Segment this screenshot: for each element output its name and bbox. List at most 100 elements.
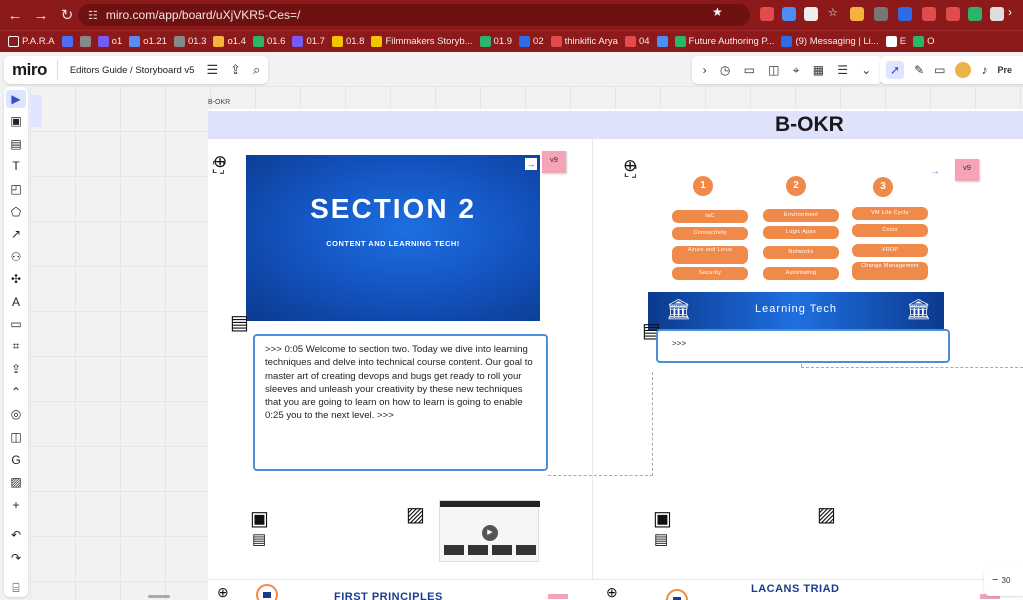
okr-tag[interactable]: Logic Apps — [763, 226, 839, 239]
embed-tool-icon[interactable]: ◫ — [6, 428, 26, 446]
search-icon[interactable]: ⌕ — [253, 62, 260, 78]
bookmark[interactable]: 01.6 — [252, 36, 285, 47]
pen-tool-icon[interactable]: A — [6, 293, 26, 311]
graduation-badge-icon[interactable] — [256, 584, 278, 600]
video-icon[interactable]: ▭ — [744, 63, 755, 77]
bookmark[interactable]: E — [885, 36, 906, 47]
bookmark[interactable]: thinkific Arya — [550, 36, 618, 47]
open-link-icon[interactable]: → — [930, 166, 940, 177]
step-number[interactable]: 1 — [693, 176, 713, 196]
palette-tool-icon[interactable]: ◎ — [6, 406, 26, 424]
okr-tag[interactable]: Change Management — [852, 262, 928, 280]
chart-file-icon[interactable]: ▤ — [654, 530, 668, 548]
video-thumbnail[interactable]: ▶ — [439, 500, 540, 562]
bookmark[interactable]: o1.21 — [129, 36, 167, 47]
add-image-icon[interactable]: ⊕ — [217, 584, 229, 600]
okr-tag[interactable]: Environment — [763, 209, 839, 222]
bookmark[interactable]: o1 — [97, 36, 122, 47]
zoom-control[interactable]: − 30 — [984, 568, 1023, 596]
open-link-icon[interactable]: → — [525, 158, 537, 170]
extension-icon-10[interactable] — [968, 7, 982, 21]
section-slide[interactable]: SECTION 2 CONTENT AND LEARNING TECH! → — [246, 155, 540, 321]
reactions-icon[interactable]: ✎ — [914, 63, 924, 77]
google-tool-icon[interactable]: G — [6, 451, 26, 469]
forward-icon[interactable]: → — [30, 4, 52, 26]
extension-icon-4[interactable]: ☆ — [828, 6, 842, 20]
image-icon[interactable]: ⛶ — [625, 164, 636, 182]
okr-tag[interactable]: Connectivity — [672, 227, 748, 240]
script-icon[interactable]: ▤ — [230, 310, 249, 335]
audio-settings-icon[interactable]: ▨ — [406, 502, 425, 527]
notes-icon[interactable]: ▦ — [813, 63, 824, 77]
section-title[interactable]: FIRST PRINCIPLES — [334, 591, 443, 600]
bookmark[interactable]: 01.3 — [173, 36, 206, 47]
bookmark[interactable]: o1.4 — [213, 36, 246, 47]
notifications-icon[interactable]: ♪ — [981, 63, 987, 77]
bookmark[interactable] — [656, 36, 668, 47]
back-icon[interactable]: ← — [4, 4, 26, 26]
frame-label[interactable]: B-OKR — [208, 99, 230, 106]
okr-tag[interactable]: Networks — [763, 246, 839, 259]
okr-tag[interactable]: Azure and Linux — [672, 246, 748, 264]
extension-icon-8[interactable] — [922, 7, 936, 21]
text-tool-icon[interactable]: T — [6, 158, 26, 176]
version-sticky[interactable]: v9 — [542, 151, 566, 173]
video-file-icon[interactable]: ▣ — [250, 506, 269, 531]
bookmark-folder[interactable]: P.A.R.A — [8, 36, 55, 47]
board-canvas[interactable]: B-OKR B-OKR ⊕ ⛶ SECTION 2 CONTENT AND LE… — [30, 86, 1023, 600]
undo-tool-icon[interactable]: ↶ — [6, 526, 26, 544]
address-bar[interactable]: ☷ miro.com/app/board/uXjVKR5-Ces=/ — [78, 4, 750, 26]
diagram-tool-icon[interactable]: ✣ — [6, 270, 26, 288]
comment-tool-icon[interactable]: ▭ — [6, 315, 26, 333]
select-tool-icon[interactable]: ▶ — [6, 90, 26, 108]
step-number[interactable]: 3 — [873, 177, 893, 197]
extension-icon-1[interactable] — [760, 7, 774, 21]
list-icon[interactable]: ☰ — [837, 63, 848, 77]
bookmark[interactable]: 01.8 — [331, 36, 364, 47]
bookmark[interactable]: Filmmakers Storyb... — [371, 36, 473, 47]
version-sticky[interactable]: v9 — [955, 159, 979, 181]
timer-icon[interactable]: ◷ — [720, 63, 730, 77]
comments-icon[interactable]: ▭ — [934, 63, 945, 77]
extension-icon-2[interactable] — [782, 7, 796, 21]
reload-icon[interactable]: ↻ — [56, 4, 78, 26]
frame-header[interactable] — [208, 111, 1023, 139]
extension-icon-5[interactable] — [850, 7, 864, 21]
image-icon[interactable]: ⛶ — [213, 160, 224, 178]
bookmark[interactable]: (9) Messaging | Li... — [781, 36, 879, 47]
focus-icon[interactable]: ⌖ — [793, 63, 800, 78]
okr-tag[interactable]: Security — [672, 267, 748, 280]
extension-icon-9[interactable] — [946, 7, 960, 21]
bookmark[interactable]: 02 — [519, 36, 544, 47]
upload-tool-icon[interactable]: ⇪ — [6, 361, 26, 379]
extension-icon-3[interactable] — [804, 7, 818, 21]
play-icon[interactable]: ▶ — [482, 525, 498, 541]
okr-tag[interactable]: VM Life Cycle — [852, 207, 928, 220]
export-icon[interactable]: ⇪ — [230, 62, 241, 78]
audio-settings-icon[interactable]: ▨ — [817, 502, 836, 527]
step-number[interactable]: 2 — [786, 176, 806, 196]
bookmark[interactable] — [79, 36, 91, 47]
mind-map-tool-icon[interactable]: ⚇ — [6, 248, 26, 266]
board-tool-icon[interactable]: ⌸ — [6, 579, 26, 597]
sticky-note-tool-icon[interactable]: ◰ — [6, 180, 26, 198]
video-file-icon[interactable]: ▣ — [653, 506, 672, 531]
extensions-puzzle-icon[interactable] — [990, 7, 1004, 21]
cursor-icon[interactable]: ➚ — [886, 61, 905, 79]
extension-icon-7[interactable] — [898, 7, 912, 21]
templates-tool-icon[interactable]: ▣ — [6, 113, 26, 131]
script-note[interactable]: >>> — [656, 329, 950, 363]
connector-line[interactable] — [548, 372, 653, 476]
bookmark-star-icon[interactable]: ★ — [712, 5, 726, 19]
board-title[interactable]: Editors Guide / Storyboard v5 — [70, 65, 195, 76]
menu-icon[interactable]: ☰ — [206, 62, 218, 78]
script-note[interactable]: >>> 0:05 Welcome to section two. Today w… — [253, 334, 548, 471]
bookmark[interactable] — [61, 36, 73, 47]
miro-logo[interactable]: miro — [12, 60, 58, 80]
chart-file-icon[interactable]: ▤ — [252, 530, 266, 548]
site-settings-icon[interactable]: ☷ — [88, 9, 98, 22]
frame-title[interactable]: B-OKR — [775, 113, 844, 137]
connector-line[interactable] — [801, 364, 1023, 368]
extension-icon-6[interactable] — [874, 7, 888, 21]
layout-tool-icon[interactable]: ▤ — [6, 135, 26, 153]
